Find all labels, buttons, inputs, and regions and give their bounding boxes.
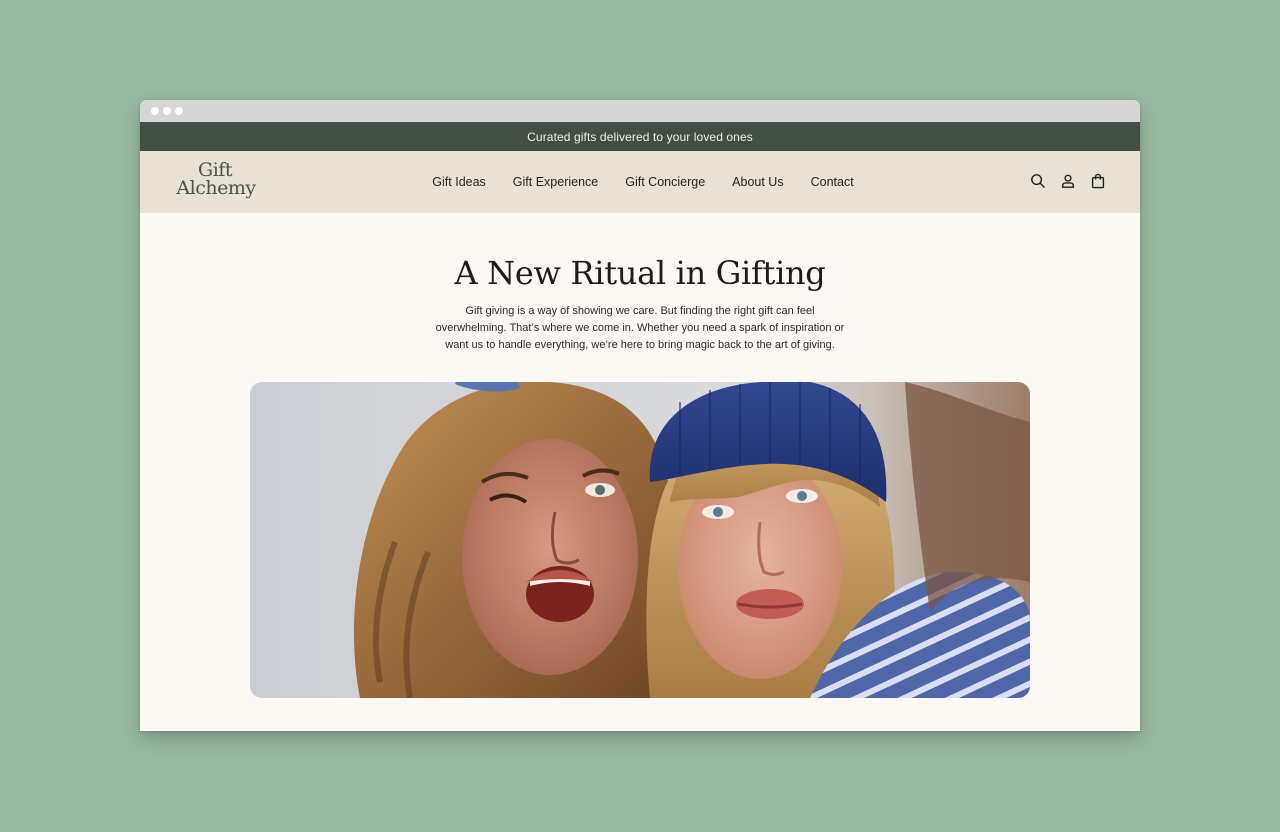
hero-photo (250, 382, 1030, 698)
hero-description: Gift giving is a way of showing we care.… (435, 305, 845, 351)
nav-contact[interactable]: Contact (811, 175, 854, 189)
announcement-text: Curated gifts delivered to your loved on… (527, 129, 753, 144)
browser-window: Curated gifts delivered to your loved on… (140, 100, 1140, 731)
account-icon[interactable] (1060, 173, 1076, 189)
nav-gift-ideas[interactable]: Gift Ideas (432, 175, 486, 189)
nav-gift-experience[interactable]: Gift Experience (513, 175, 598, 189)
nav-about-us[interactable]: About Us (732, 175, 783, 189)
window-minimize-dot[interactable] (163, 107, 171, 115)
main-navigation: Gift Ideas Gift Experience Gift Concierg… (140, 151, 1140, 213)
shopping-bag-icon[interactable] (1090, 173, 1106, 189)
window-maximize-dot[interactable] (175, 107, 183, 115)
hero-title: A New Ritual in Gifting (454, 254, 826, 292)
browser-chrome-bar (140, 100, 1140, 122)
header-icons (1030, 173, 1106, 189)
site-header: Gift Alchemy Gift Ideas Gift Experience … (140, 151, 1140, 213)
photo-two-women-selfie-icon (354, 382, 1030, 698)
search-icon[interactable] (1030, 173, 1046, 189)
hero-section: A New Ritual in Gifting Gift giving is a… (140, 213, 1140, 354)
nav-gift-concierge[interactable]: Gift Concierge (625, 175, 705, 189)
announcement-bar: Curated gifts delivered to your loved on… (140, 122, 1140, 151)
window-close-dot[interactable] (151, 107, 159, 115)
